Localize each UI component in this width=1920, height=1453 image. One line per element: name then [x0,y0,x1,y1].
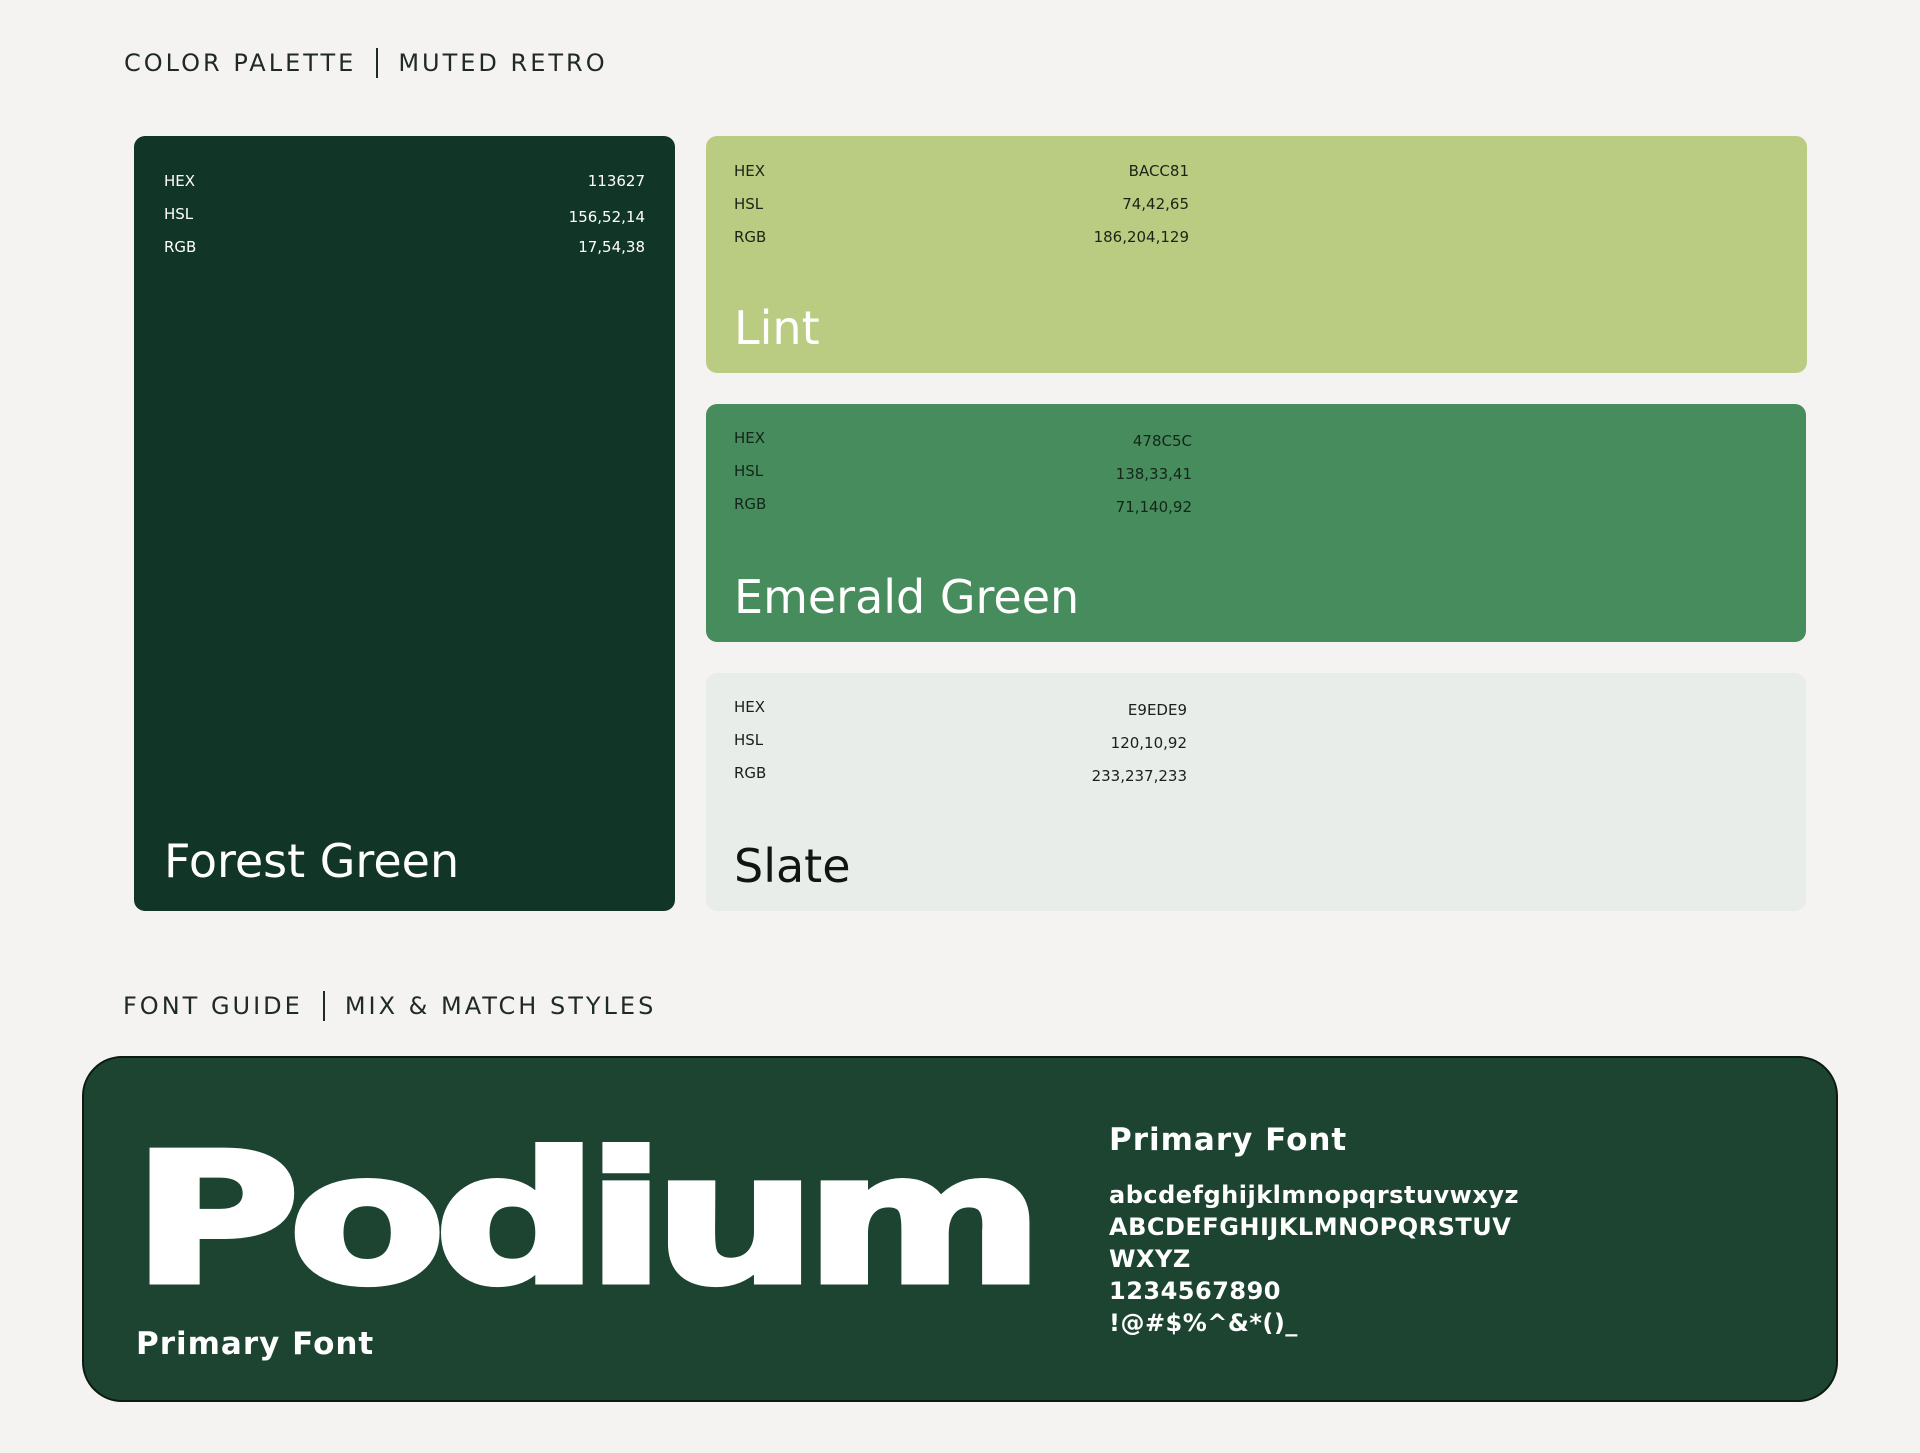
spec-value-hsl: 120,10,92 [1110,734,1187,752]
swatch-name: Forest Green [164,834,460,888]
font-section-title: FONT GUIDE [123,992,303,1020]
swatch-name: Slate [734,839,851,893]
palette-section-title: COLOR PALETTE [124,49,357,77]
font-glyph-heading: Primary Font [1109,1122,1348,1158]
header-divider [322,991,325,1021]
spec-label: HSL [734,731,764,749]
swatch-name: Lint [734,301,820,355]
swatch-slate: HEX E9EDE9 HSL 120,10,92 RGB 233,237,233… [706,673,1806,911]
spec-row-rgb: RGB 17,54,38 [164,238,645,271]
swatch-specs: HEX 113627 HSL 156,52,14 RGB 17,54,38 [164,172,645,271]
header-divider [376,48,379,78]
spec-label: HEX [164,172,196,190]
spec-label: RGB [734,764,767,782]
spec-row-hsl: HSL 156,52,14 [164,205,645,238]
glyphs-symbols: !@#$%^&*()_ [1109,1309,1298,1337]
swatch-specs: HEX E9EDE9 HSL 120,10,92 RGB 233,237,233 [734,698,1187,797]
spec-row-hex: HEX 113627 [164,172,645,205]
font-sample-wordmark: Podium [128,1115,1047,1326]
spec-value-rgb: 17,54,38 [578,238,645,256]
glyphs-digits: 1234567890 [1109,1277,1281,1305]
spec-value-hex: E9EDE9 [1127,701,1187,719]
spec-row-rgb: RGB 71,140,92 [734,495,1192,528]
palette-section-subtitle: MUTED RETRO [398,49,608,77]
palette-section-header: COLOR PALETTE MUTED RETRO [124,48,608,78]
spec-label: RGB [734,495,767,513]
swatch-specs: HEX BACC81 HSL 74,42,65 RGB 186,204,129 [734,162,1189,261]
spec-label: HEX [734,698,766,716]
font-glyph-set: abcdefghijklmnopqrstuvwxyz ABCDEFGHIJKLM… [1109,1179,1629,1339]
spec-value-rgb: 186,204,129 [1093,228,1189,246]
spec-value-hex: 113627 [587,172,645,190]
spec-row-hex: HEX BACC81 [734,162,1189,195]
swatch-specs: HEX 478C5C HSL 138,33,41 RGB 71,140,92 [734,429,1192,528]
spec-label: HSL [734,462,764,480]
glyphs-uppercase: ABCDEFGHIJKLMNOPQRSTUV [1109,1213,1512,1241]
spec-row-rgb: RGB 186,204,129 [734,228,1189,261]
font-section-subtitle: MIX & MATCH STYLES [344,992,657,1020]
swatch-lint: HEX BACC81 HSL 74,42,65 RGB 186,204,129 … [706,136,1807,373]
glyphs-lowercase: abcdefghijklmnopqrstuvwxyz [1109,1181,1519,1209]
spec-label: HEX [734,162,766,180]
spec-label: RGB [734,228,767,246]
spec-value-hsl: 138,33,41 [1115,465,1192,483]
spec-row-rgb: RGB 233,237,233 [734,764,1187,797]
swatch-forest-green: HEX 113627 HSL 156,52,14 RGB 17,54,38 Fo… [134,136,675,911]
spec-row-hex: HEX E9EDE9 [734,698,1187,731]
spec-value-hsl: 156,52,14 [568,208,645,226]
spec-label: RGB [164,238,197,256]
spec-value-rgb: 71,140,92 [1115,498,1192,516]
spec-row-hsl: HSL 138,33,41 [734,462,1192,495]
spec-row-hex: HEX 478C5C [734,429,1192,462]
spec-value-rgb: 233,237,233 [1091,767,1187,785]
swatch-name: Emerald Green [734,570,1080,624]
glyphs-uppercase: WXYZ [1109,1245,1191,1273]
spec-value-hex: BACC81 [1128,162,1189,180]
font-caption: Primary Font [136,1326,375,1362]
font-section-header: FONT GUIDE MIX & MATCH STYLES [123,991,656,1021]
swatch-emerald-green: HEX 478C5C HSL 138,33,41 RGB 71,140,92 E… [706,404,1806,642]
font-guide-card: Podium Primary Font Primary Font abcdefg… [82,1056,1838,1402]
spec-value-hex: 478C5C [1132,432,1192,450]
spec-label: HSL [164,205,194,223]
spec-label: HSL [734,195,764,213]
spec-row-hsl: HSL 74,42,65 [734,195,1189,228]
spec-row-hsl: HSL 120,10,92 [734,731,1187,764]
spec-value-hsl: 74,42,65 [1122,195,1189,213]
spec-label: HEX [734,429,766,447]
